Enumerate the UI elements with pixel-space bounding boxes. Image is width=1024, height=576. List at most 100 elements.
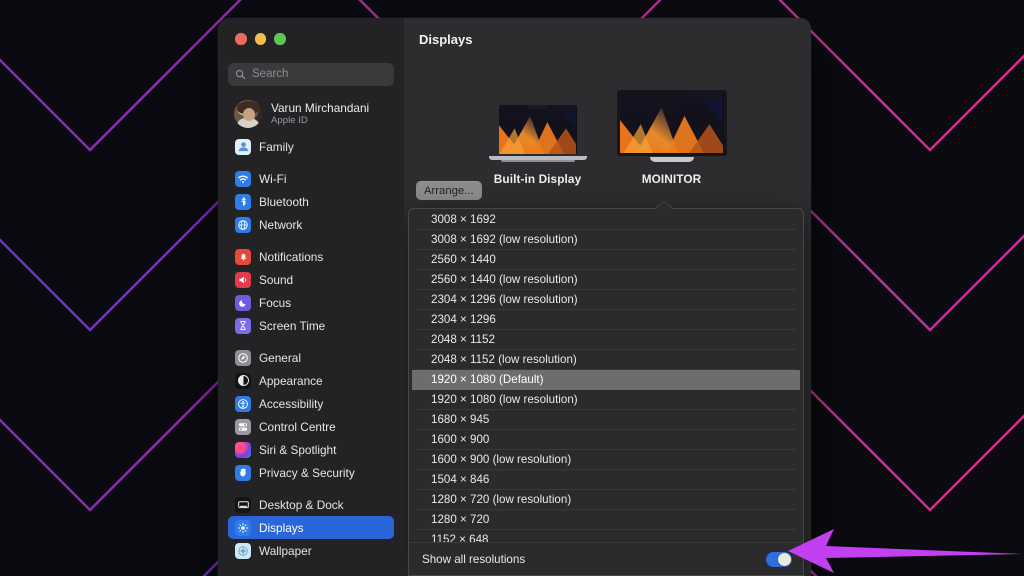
focus-icon xyxy=(235,294,251,311)
sidebar-item-siri-spotlight[interactable]: Siri & Spotlight xyxy=(228,438,394,461)
desktop: Search Varun Mirchandani Apple ID Family… xyxy=(0,0,1024,576)
display-option-built-in[interactable]: Built-in Display xyxy=(488,103,587,186)
search-input[interactable]: Search xyxy=(228,63,394,86)
sidebar-item-wifi[interactable]: Wi-Fi xyxy=(228,167,394,190)
siri-icon xyxy=(235,441,251,458)
sidebar-item-privacy-security[interactable]: Privacy & Security xyxy=(228,461,394,484)
sidebar-item-screen-time[interactable]: Screen Time xyxy=(228,314,394,337)
sidebar-item-general[interactable]: General xyxy=(228,346,394,369)
sidebar-item-label: Privacy & Security xyxy=(259,465,355,480)
network-icon xyxy=(235,216,251,233)
family-icon xyxy=(235,138,251,155)
display-picker: Built-in Display MOINITOR xyxy=(404,90,811,186)
sidebar-group: General Appearance Accessibility Control… xyxy=(228,346,394,493)
sound-icon xyxy=(235,271,251,288)
sidebar-item-wallpaper[interactable]: Wallpaper xyxy=(228,539,394,562)
sidebar-item-label: Siri & Spotlight xyxy=(259,442,337,457)
sidebar-item-network[interactable]: Network xyxy=(228,213,394,236)
sidebar-item-label: Network xyxy=(259,217,303,232)
sidebar-item-label: Control Centre xyxy=(259,419,336,434)
sidebar-item-label: Accessibility xyxy=(259,396,324,411)
sidebar-item-focus[interactable]: Focus xyxy=(228,291,394,314)
sidebar-group: Desktop & Dock Displays Wallpaper xyxy=(228,493,394,571)
sidebar-item-displays[interactable]: Displays xyxy=(228,516,394,539)
resolution-row[interactable]: 3008 × 1692 (low resolution) xyxy=(417,230,795,250)
privacy-icon xyxy=(235,464,251,481)
sidebar-item-label: Wallpaper xyxy=(259,543,312,558)
resolution-row[interactable]: 2560 × 1440 xyxy=(417,250,795,270)
search-placeholder: Search xyxy=(252,67,289,80)
sidebar-item-family[interactable]: Family xyxy=(228,135,394,158)
sidebar-item-label: Family xyxy=(259,139,294,154)
resolution-row[interactable]: 1280 × 720 (low resolution) xyxy=(417,490,795,510)
sidebar-item-label: Sound xyxy=(259,272,294,287)
sidebar: Search Varun Mirchandani Apple ID Family… xyxy=(218,18,404,576)
wallpaper-icon xyxy=(235,542,251,559)
appearance-icon xyxy=(235,372,251,389)
display-label: MOINITOR xyxy=(641,172,702,186)
screen-time-icon xyxy=(235,317,251,334)
resolution-row[interactable]: 1680 × 945 xyxy=(417,410,795,430)
displays-icon xyxy=(235,519,251,536)
sidebar-item-label: Focus xyxy=(259,295,292,310)
avatar xyxy=(234,100,262,128)
sidebar-item-label: Appearance xyxy=(259,373,323,388)
minimize-button[interactable] xyxy=(254,33,266,45)
resolution-row[interactable]: 3008 × 1692 xyxy=(417,210,795,230)
sidebar-group: Notifications Sound Focus Screen Time xyxy=(228,245,394,346)
general-icon xyxy=(235,349,251,366)
sidebar-item-accessibility[interactable]: Accessibility xyxy=(228,392,394,415)
sidebar-item-appearance[interactable]: Appearance xyxy=(228,369,394,392)
sidebar-group: Wi-Fi Bluetooth Network xyxy=(228,167,394,245)
sidebar-item-notifications[interactable]: Notifications xyxy=(228,245,394,268)
monitor-stand xyxy=(649,157,694,162)
wifi-icon xyxy=(235,170,251,187)
monitor-thumbnail xyxy=(616,90,727,162)
sidebar-list: Varun Mirchandani Apple ID Family Wi-Fi … xyxy=(228,94,394,571)
sidebar-item-apple-id[interactable]: Varun Mirchandani Apple ID xyxy=(228,96,394,132)
resolution-row[interactable]: 1920 × 1080 (low resolution) xyxy=(417,390,795,410)
desktop-dock-icon xyxy=(235,496,251,513)
close-button[interactable] xyxy=(235,33,247,45)
control-centre-icon xyxy=(235,418,251,435)
notch xyxy=(527,105,548,109)
sidebar-item-sound[interactable]: Sound xyxy=(228,268,394,291)
resolution-row[interactable]: 2304 × 1296 xyxy=(417,310,795,330)
resolution-row[interactable]: 1600 × 900 xyxy=(417,430,795,450)
system-settings-window: Search Varun Mirchandani Apple ID Family… xyxy=(218,18,811,576)
resolution-row[interactable]: 1280 × 720 xyxy=(417,510,795,530)
notifications-icon xyxy=(235,248,251,265)
window-controls xyxy=(228,18,394,54)
resolution-row[interactable]: 1600 × 900 (low resolution) xyxy=(417,450,795,470)
resolution-row[interactable]: 2048 × 1152 (low resolution) xyxy=(417,350,795,370)
sidebar-item-bluetooth[interactable]: Bluetooth xyxy=(228,190,394,213)
show-all-resolutions-label: Show all resolutions xyxy=(422,552,526,566)
content-pane: Displays Built-in Display MOINITOR Arran… xyxy=(404,18,811,576)
bluetooth-icon xyxy=(235,193,251,210)
resolution-row[interactable]: 1152 × 648 xyxy=(417,530,795,542)
sidebar-item-desktop-dock[interactable]: Desktop & Dock xyxy=(228,493,394,516)
resolution-row-selected[interactable]: 1920 × 1080 (Default) xyxy=(412,370,800,390)
sidebar-item-control-centre[interactable]: Control Centre xyxy=(228,415,394,438)
resolution-row[interactable]: 2560 × 1440 (low resolution) xyxy=(417,270,795,290)
sidebar-item-label: Notifications xyxy=(259,249,324,264)
accessibility-icon xyxy=(235,395,251,412)
resolution-list[interactable]: 3008 × 1692 3008 × 1692 (low resolution)… xyxy=(409,209,803,542)
sidebar-item-label: General xyxy=(259,350,301,365)
display-option-monitor[interactable]: MOINITOR xyxy=(616,90,727,186)
account-subtitle: Apple ID xyxy=(271,114,308,126)
display-wallpaper-art xyxy=(619,93,724,153)
resolution-row[interactable]: 2048 × 1152 xyxy=(417,330,795,350)
page-title: Displays xyxy=(419,32,473,47)
arrange-button[interactable]: Arrange... xyxy=(416,181,482,200)
sidebar-item-label: Displays xyxy=(259,520,304,535)
sidebar-item-label: Desktop & Dock xyxy=(259,497,344,512)
sidebar-group: Family xyxy=(228,135,394,167)
maximize-button[interactable] xyxy=(274,33,286,45)
resolution-row[interactable]: 1504 × 846 xyxy=(417,470,795,490)
show-all-resolutions-row: Show all resolutions xyxy=(409,542,803,575)
resolution-row[interactable]: 2304 × 1296 (low resolution) xyxy=(417,290,795,310)
sidebar-item-label: Bluetooth xyxy=(259,194,309,209)
account-name: Varun Mirchandani xyxy=(271,100,370,115)
sidebar-item-label: Screen Time xyxy=(259,318,326,333)
